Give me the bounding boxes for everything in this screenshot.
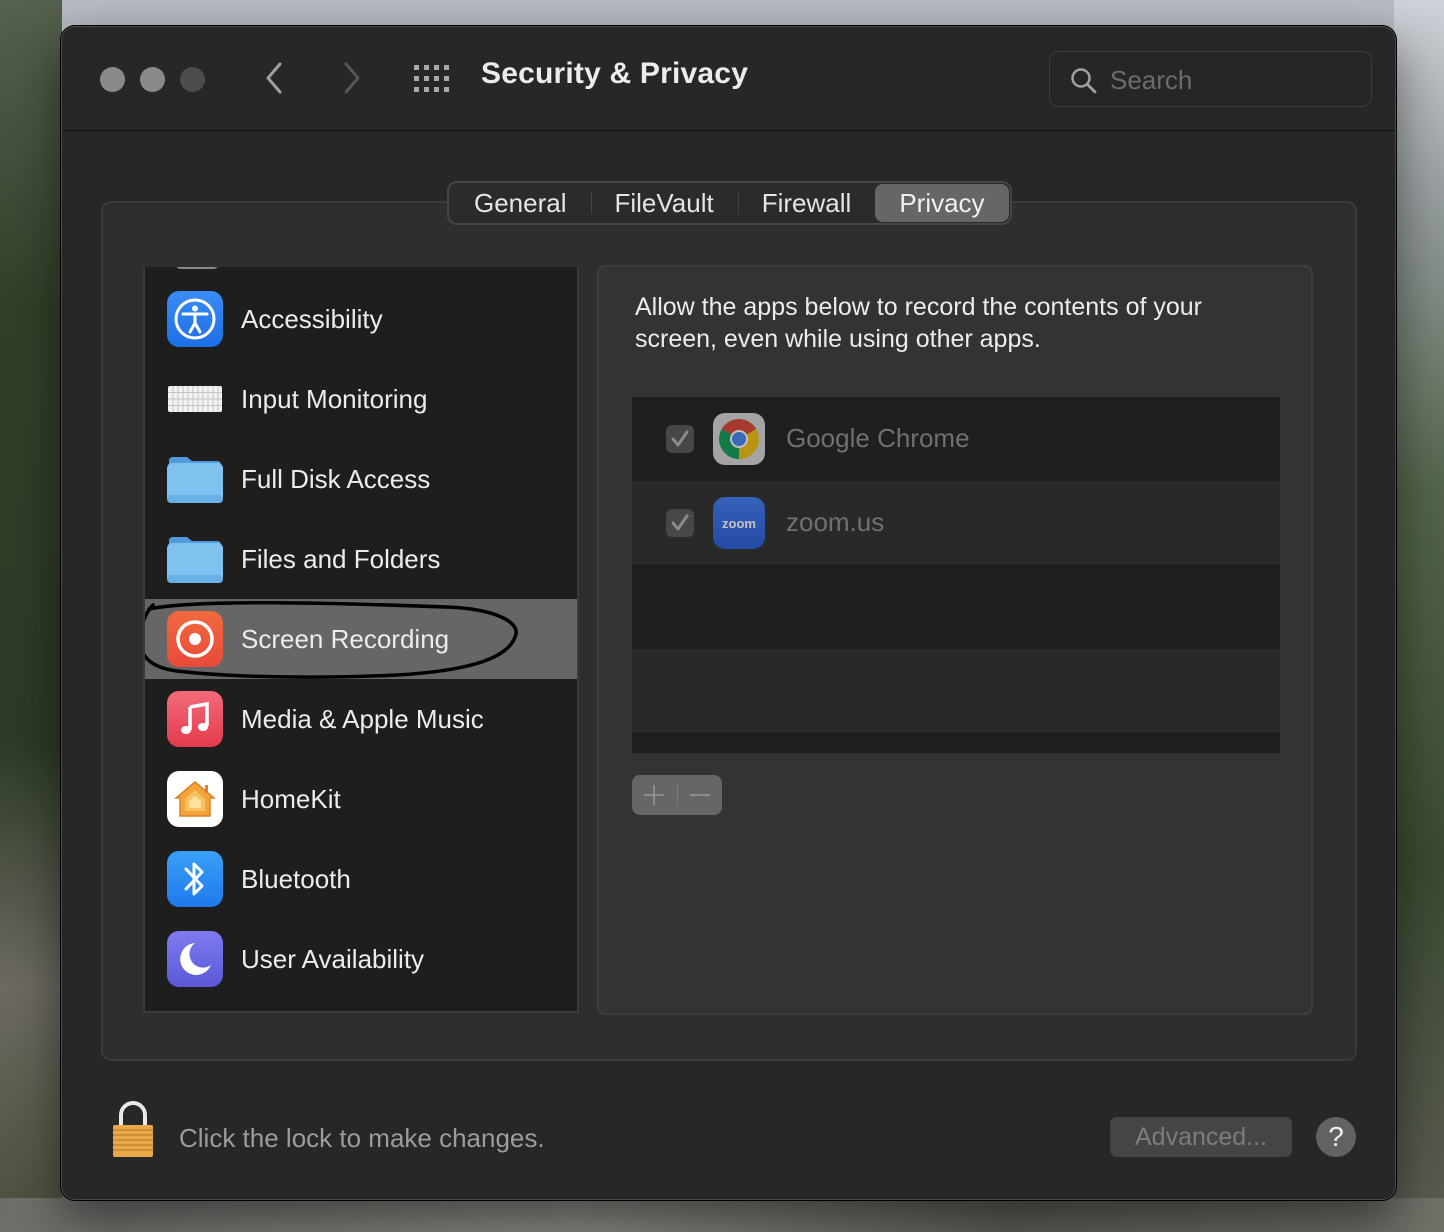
sidebar-item-label: Bluetooth xyxy=(241,863,351,894)
padlock-icon xyxy=(113,1101,153,1157)
show-all-button[interactable] xyxy=(414,65,452,93)
home-icon xyxy=(167,771,223,827)
zoom-window-button[interactable] xyxy=(180,67,205,92)
sidebar-item-label: Full Disk Access xyxy=(241,463,431,494)
chevron-left-icon xyxy=(266,62,282,94)
sidebar-item-label: Screen Recording xyxy=(241,623,450,654)
tab-filevault[interactable]: FileVault xyxy=(590,184,738,222)
app-row-zoom[interactable]: zoom zoom.us xyxy=(632,481,1280,565)
tab-bar: General FileVault Firewall Privacy xyxy=(447,181,1012,225)
app-name: zoom.us xyxy=(786,507,885,537)
allowed-apps-list[interactable]: Google Chrome zoom zoom.us xyxy=(632,397,1280,753)
plus-icon xyxy=(644,785,665,805)
chevron-right-icon xyxy=(344,62,360,94)
add-remove-control xyxy=(632,775,722,815)
google-chrome-checkbox[interactable] xyxy=(666,425,694,453)
back-button[interactable] xyxy=(260,61,290,95)
sidebar-item-input-monitoring[interactable]: Input Monitoring xyxy=(145,359,577,439)
close-window-button[interactable] xyxy=(100,67,125,92)
permission-description: Allow the apps below to record the conte… xyxy=(635,293,1202,353)
window-title: Security & Privacy xyxy=(481,57,749,90)
folder-icon xyxy=(167,451,223,507)
sidebar-item-user-availability[interactable]: User Availability xyxy=(145,919,577,999)
sidebar-item-label: User Availability xyxy=(241,943,425,974)
bluetooth-icon xyxy=(167,851,223,907)
sidebar-item-homekit[interactable]: HomeKit xyxy=(145,759,577,839)
minus-icon xyxy=(689,794,710,796)
search-icon xyxy=(1071,68,1097,94)
checkmark-icon xyxy=(671,430,689,447)
tab-privacy[interactable]: Privacy xyxy=(875,184,1009,222)
screen-recording-icon xyxy=(167,611,223,667)
tab-firewall[interactable]: Firewall xyxy=(737,184,876,222)
sidebar-item-media-apple-music[interactable]: Media & Apple Music xyxy=(145,679,577,759)
search-field[interactable] xyxy=(1049,51,1372,107)
sidebar-item-label: Input Monitoring xyxy=(241,383,428,414)
sidebar-item-files-and-folders[interactable]: Files and Folders xyxy=(145,519,577,599)
sidebar-item-bluetooth[interactable]: Bluetooth xyxy=(145,839,577,919)
chrome-icon xyxy=(713,413,765,465)
title-bar: Security & Privacy xyxy=(62,27,1395,131)
security-privacy-window: Security & Privacy General FileVault Fir… xyxy=(61,26,1396,1200)
empty-row xyxy=(632,565,1280,649)
tab-general[interactable]: General xyxy=(450,184,591,222)
screen-recording-panel: Allow the apps below to record the conte… xyxy=(597,265,1313,1015)
sidebar-item-label: HomeKit xyxy=(241,783,341,814)
sidebar-item-screen-recording[interactable]: Screen Recording xyxy=(145,599,577,679)
music-note-icon xyxy=(167,691,223,747)
lock-button[interactable] xyxy=(110,1101,156,1159)
grid-icon xyxy=(414,65,449,92)
desktop-wallpaper xyxy=(0,0,62,1232)
help-button[interactable]: ? xyxy=(1316,1117,1356,1157)
scrolled-item-edge xyxy=(175,267,219,269)
advanced-button[interactable]: Advanced... xyxy=(1110,1117,1292,1157)
folder-icon xyxy=(167,531,223,587)
desktop-wallpaper-right xyxy=(1394,0,1444,1232)
moon-icon xyxy=(167,931,223,987)
app-name: Google Chrome xyxy=(786,423,970,453)
sidebar-item-accessibility[interactable]: Accessibility xyxy=(145,279,577,359)
sidebar-item-label: Files and Folders xyxy=(241,543,441,574)
empty-row xyxy=(632,649,1280,733)
sidebar-item-label: Accessibility xyxy=(241,303,383,334)
checkmark-icon xyxy=(671,514,689,531)
app-row-google-chrome[interactable]: Google Chrome xyxy=(632,397,1280,481)
lock-status-text: Click the lock to make changes. xyxy=(179,1123,545,1153)
sidebar-item-full-disk-access[interactable]: Full Disk Access xyxy=(145,439,577,519)
search-input[interactable] xyxy=(1110,62,1360,98)
sidebar-item-label: Media & Apple Music xyxy=(241,703,484,734)
zoom-checkbox[interactable] xyxy=(666,509,694,537)
accessibility-icon xyxy=(167,291,223,347)
minimize-window-button[interactable] xyxy=(140,67,165,92)
zoom-icon-text: zoom xyxy=(722,515,756,531)
privacy-category-list[interactable]: Accessibility Input Monitoring Full Disk… xyxy=(143,267,579,1013)
desktop-wallpaper-bottom xyxy=(0,1198,1444,1232)
forward-button[interactable] xyxy=(336,61,366,95)
add-app-button[interactable] xyxy=(632,775,677,815)
remove-app-button[interactable] xyxy=(678,775,723,815)
zoom-icon: zoom xyxy=(713,497,765,549)
keyboard-icon xyxy=(167,371,223,427)
